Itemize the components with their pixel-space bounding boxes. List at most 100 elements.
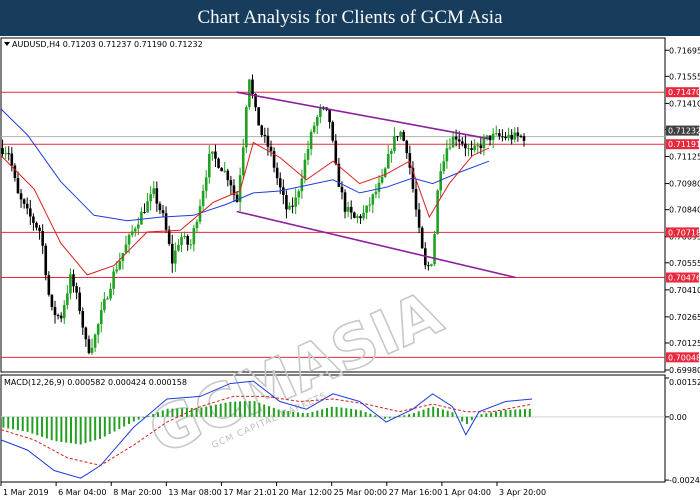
candle-body <box>473 145 476 151</box>
macd-histogram-bar <box>441 409 444 417</box>
candle-body <box>346 206 350 212</box>
candle-body <box>155 188 159 204</box>
candle-body <box>519 135 523 137</box>
current-price-tag-label: 0.71232 <box>668 127 700 136</box>
macd-histogram-bar <box>509 409 512 417</box>
candle-body <box>291 205 294 207</box>
macd-histogram-bar <box>132 416 135 422</box>
candle-body <box>457 139 461 142</box>
candle-body <box>146 201 149 213</box>
candle-body <box>177 244 180 251</box>
macd-histogram-bar <box>103 416 106 437</box>
candle-body <box>442 161 446 172</box>
candle-body <box>235 194 239 203</box>
candle-body <box>331 122 335 141</box>
time-tick-label: 25 Mar 00:00 <box>334 488 387 497</box>
time-tick-label: 8 Mar 20:00 <box>113 488 161 497</box>
macd-histogram-bar <box>123 416 126 427</box>
macd-histogram-bar <box>108 416 111 435</box>
macd-histogram-bar <box>190 407 193 417</box>
level-tag-label: 0.70048 <box>668 353 700 362</box>
candle-body <box>420 227 424 249</box>
candle-body <box>192 228 196 245</box>
candle-body <box>328 109 331 123</box>
candle-body <box>140 211 143 225</box>
candle-body <box>285 194 288 210</box>
candle-body <box>16 178 20 194</box>
macd-histogram-bar <box>514 409 517 417</box>
macd-histogram-bar <box>263 404 266 417</box>
macd-histogram-bar <box>142 416 145 418</box>
candle-body <box>32 216 35 223</box>
candle-body <box>152 188 156 195</box>
candle-body <box>99 310 103 325</box>
macd-histogram-bar <box>258 402 261 417</box>
candle-body <box>90 347 94 353</box>
macd-histogram-bar <box>364 412 367 417</box>
macd-histogram-bar <box>325 408 328 417</box>
macd-histogram-bar <box>214 404 217 417</box>
time-tick-label: 27 Mar 16:00 <box>389 488 442 497</box>
candle-body <box>72 274 75 287</box>
macd-tick-label: 0.00 <box>669 413 687 422</box>
price-tick-label: 0.70840 <box>669 206 700 215</box>
candle-body <box>143 211 146 213</box>
macd-histogram-bar <box>219 403 222 417</box>
candle-body <box>448 147 452 149</box>
candle-body <box>53 306 57 316</box>
macd-histogram-bar <box>432 406 435 417</box>
macd-histogram-bar <box>200 407 203 417</box>
macd-histogram-bar <box>152 414 155 417</box>
candle-body <box>349 206 353 213</box>
candle-body <box>260 125 264 135</box>
candle-body <box>248 79 251 108</box>
macd-histogram-bar <box>519 409 522 417</box>
macd-histogram-bar <box>528 408 531 417</box>
candle-body <box>282 187 285 195</box>
macd-histogram-bar <box>383 416 386 419</box>
macd-histogram-bar <box>287 411 290 417</box>
time-tick-label: 6 Mar 04:00 <box>58 488 106 497</box>
candle-body <box>491 133 495 141</box>
candle-body <box>207 153 211 178</box>
macd-histogram-bar <box>161 410 164 417</box>
price-tick-label: 0.70555 <box>669 259 700 268</box>
macd-histogram-bar <box>16 416 19 431</box>
macd-histogram-bar <box>412 412 415 417</box>
candle-body <box>158 203 162 211</box>
macd-histogram-bar <box>248 400 251 417</box>
candle-body <box>390 150 393 155</box>
macd-histogram-bar <box>350 408 353 417</box>
candle-body <box>241 147 245 176</box>
price-tick-label: 0.71695 <box>669 46 700 55</box>
macd-histogram-bar <box>296 412 299 417</box>
macd-histogram-bar <box>31 416 34 434</box>
level-tag-label: 0.71191 <box>668 140 700 149</box>
candle-body <box>297 191 301 198</box>
candle-body <box>38 227 41 231</box>
price-tick-label: 0.71410 <box>669 99 700 108</box>
macd-histogram-bar <box>272 407 275 417</box>
macd-histogram-bar <box>461 416 464 422</box>
macd-histogram-bar <box>79 416 82 445</box>
candle-body <box>25 203 29 209</box>
candle-body <box>103 299 106 311</box>
macd-histogram-bar <box>345 408 348 417</box>
candle-body <box>78 292 81 312</box>
candle-body <box>353 212 356 218</box>
candle-body <box>393 136 396 151</box>
candle-body <box>430 264 433 267</box>
candle-body <box>383 168 387 177</box>
macd-histogram-bar <box>127 416 130 424</box>
macd-histogram-bar <box>118 416 121 429</box>
macd-histogram-bar <box>166 408 169 417</box>
macd-histogram-bar <box>277 409 280 417</box>
candle-body <box>251 79 254 94</box>
candle-body <box>402 131 405 141</box>
macd-histogram-bar <box>437 408 440 417</box>
candle-body <box>405 140 409 154</box>
candle-body <box>386 154 390 169</box>
candle-body <box>22 199 26 204</box>
level-tag-label: 0.70476 <box>668 274 700 283</box>
macd-histogram-bar <box>408 414 411 417</box>
